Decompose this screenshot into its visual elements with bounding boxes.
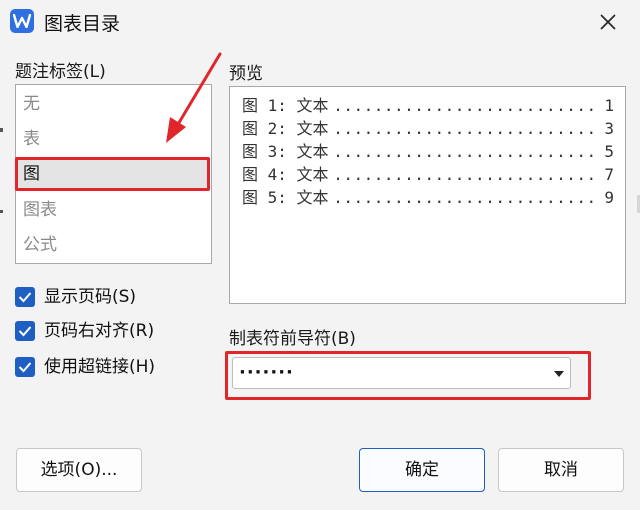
list-item[interactable]: 图表 [17, 194, 210, 226]
preview-entry: ........................................… [242, 95, 614, 117]
preview-entry: ........................................… [242, 141, 614, 163]
preview-entry-page: 9 [602, 187, 614, 209]
checkbox-checked[interactable] [15, 287, 35, 307]
checkbox-label: 使用超链接(H) [44, 357, 156, 377]
preview-entry: ........................................… [242, 187, 614, 209]
preview-entry-text: 图 3: 文本 [242, 141, 331, 163]
list-item[interactable]: 公式 [17, 229, 210, 261]
wps-writer-icon [10, 9, 34, 33]
preview-entry-text: 图 5: 文本 [242, 187, 331, 209]
preview-entry-page: 5 [602, 141, 614, 163]
preview-entry-page: 1 [602, 95, 614, 117]
tab-leader-heading: 制表符前导符(B) [229, 329, 356, 349]
options-button[interactable]: 选项(O)... [16, 448, 142, 492]
checkmark-icon [18, 362, 32, 373]
preview-heading: 预览 [229, 64, 263, 84]
preview-entry-page: 3 [602, 118, 614, 140]
ok-button[interactable]: 确定 [359, 448, 485, 492]
list-item[interactable]: 无 [17, 88, 210, 120]
caption-label-heading: 题注标签(L) [15, 62, 106, 82]
checkmark-icon [18, 326, 32, 337]
background-edge-mark [0, 128, 3, 132]
close-button[interactable] [592, 6, 624, 38]
dialog-title: 图表目录 [44, 13, 121, 35]
preview-entry-text: 图 2: 文本 [242, 118, 331, 140]
preview-entry-text: 图 1: 文本 [242, 95, 331, 117]
checkbox-checked[interactable] [15, 321, 35, 341]
title-bar: 图表目录 [0, 0, 640, 44]
background-edge-mark [0, 210, 3, 213]
checkbox-label: 页码右对齐(R) [44, 321, 155, 341]
close-icon [600, 14, 616, 30]
preview-entry: ........................................… [242, 164, 614, 186]
checkbox-checked[interactable] [15, 357, 35, 377]
checkbox-label: 显示页码(S) [44, 287, 137, 307]
preview-entry: ........................................… [242, 118, 614, 140]
annotation-highlight-box [15, 157, 210, 191]
list-item[interactable]: 表 [17, 123, 210, 155]
annotation-highlight-box [225, 351, 591, 400]
preview-box: ........................................… [229, 86, 626, 304]
cancel-button[interactable]: 取消 [498, 448, 624, 492]
preview-entry-page: 7 [602, 164, 614, 186]
preview-entry-text: 图 4: 文本 [242, 164, 331, 186]
checkmark-icon [18, 292, 32, 303]
